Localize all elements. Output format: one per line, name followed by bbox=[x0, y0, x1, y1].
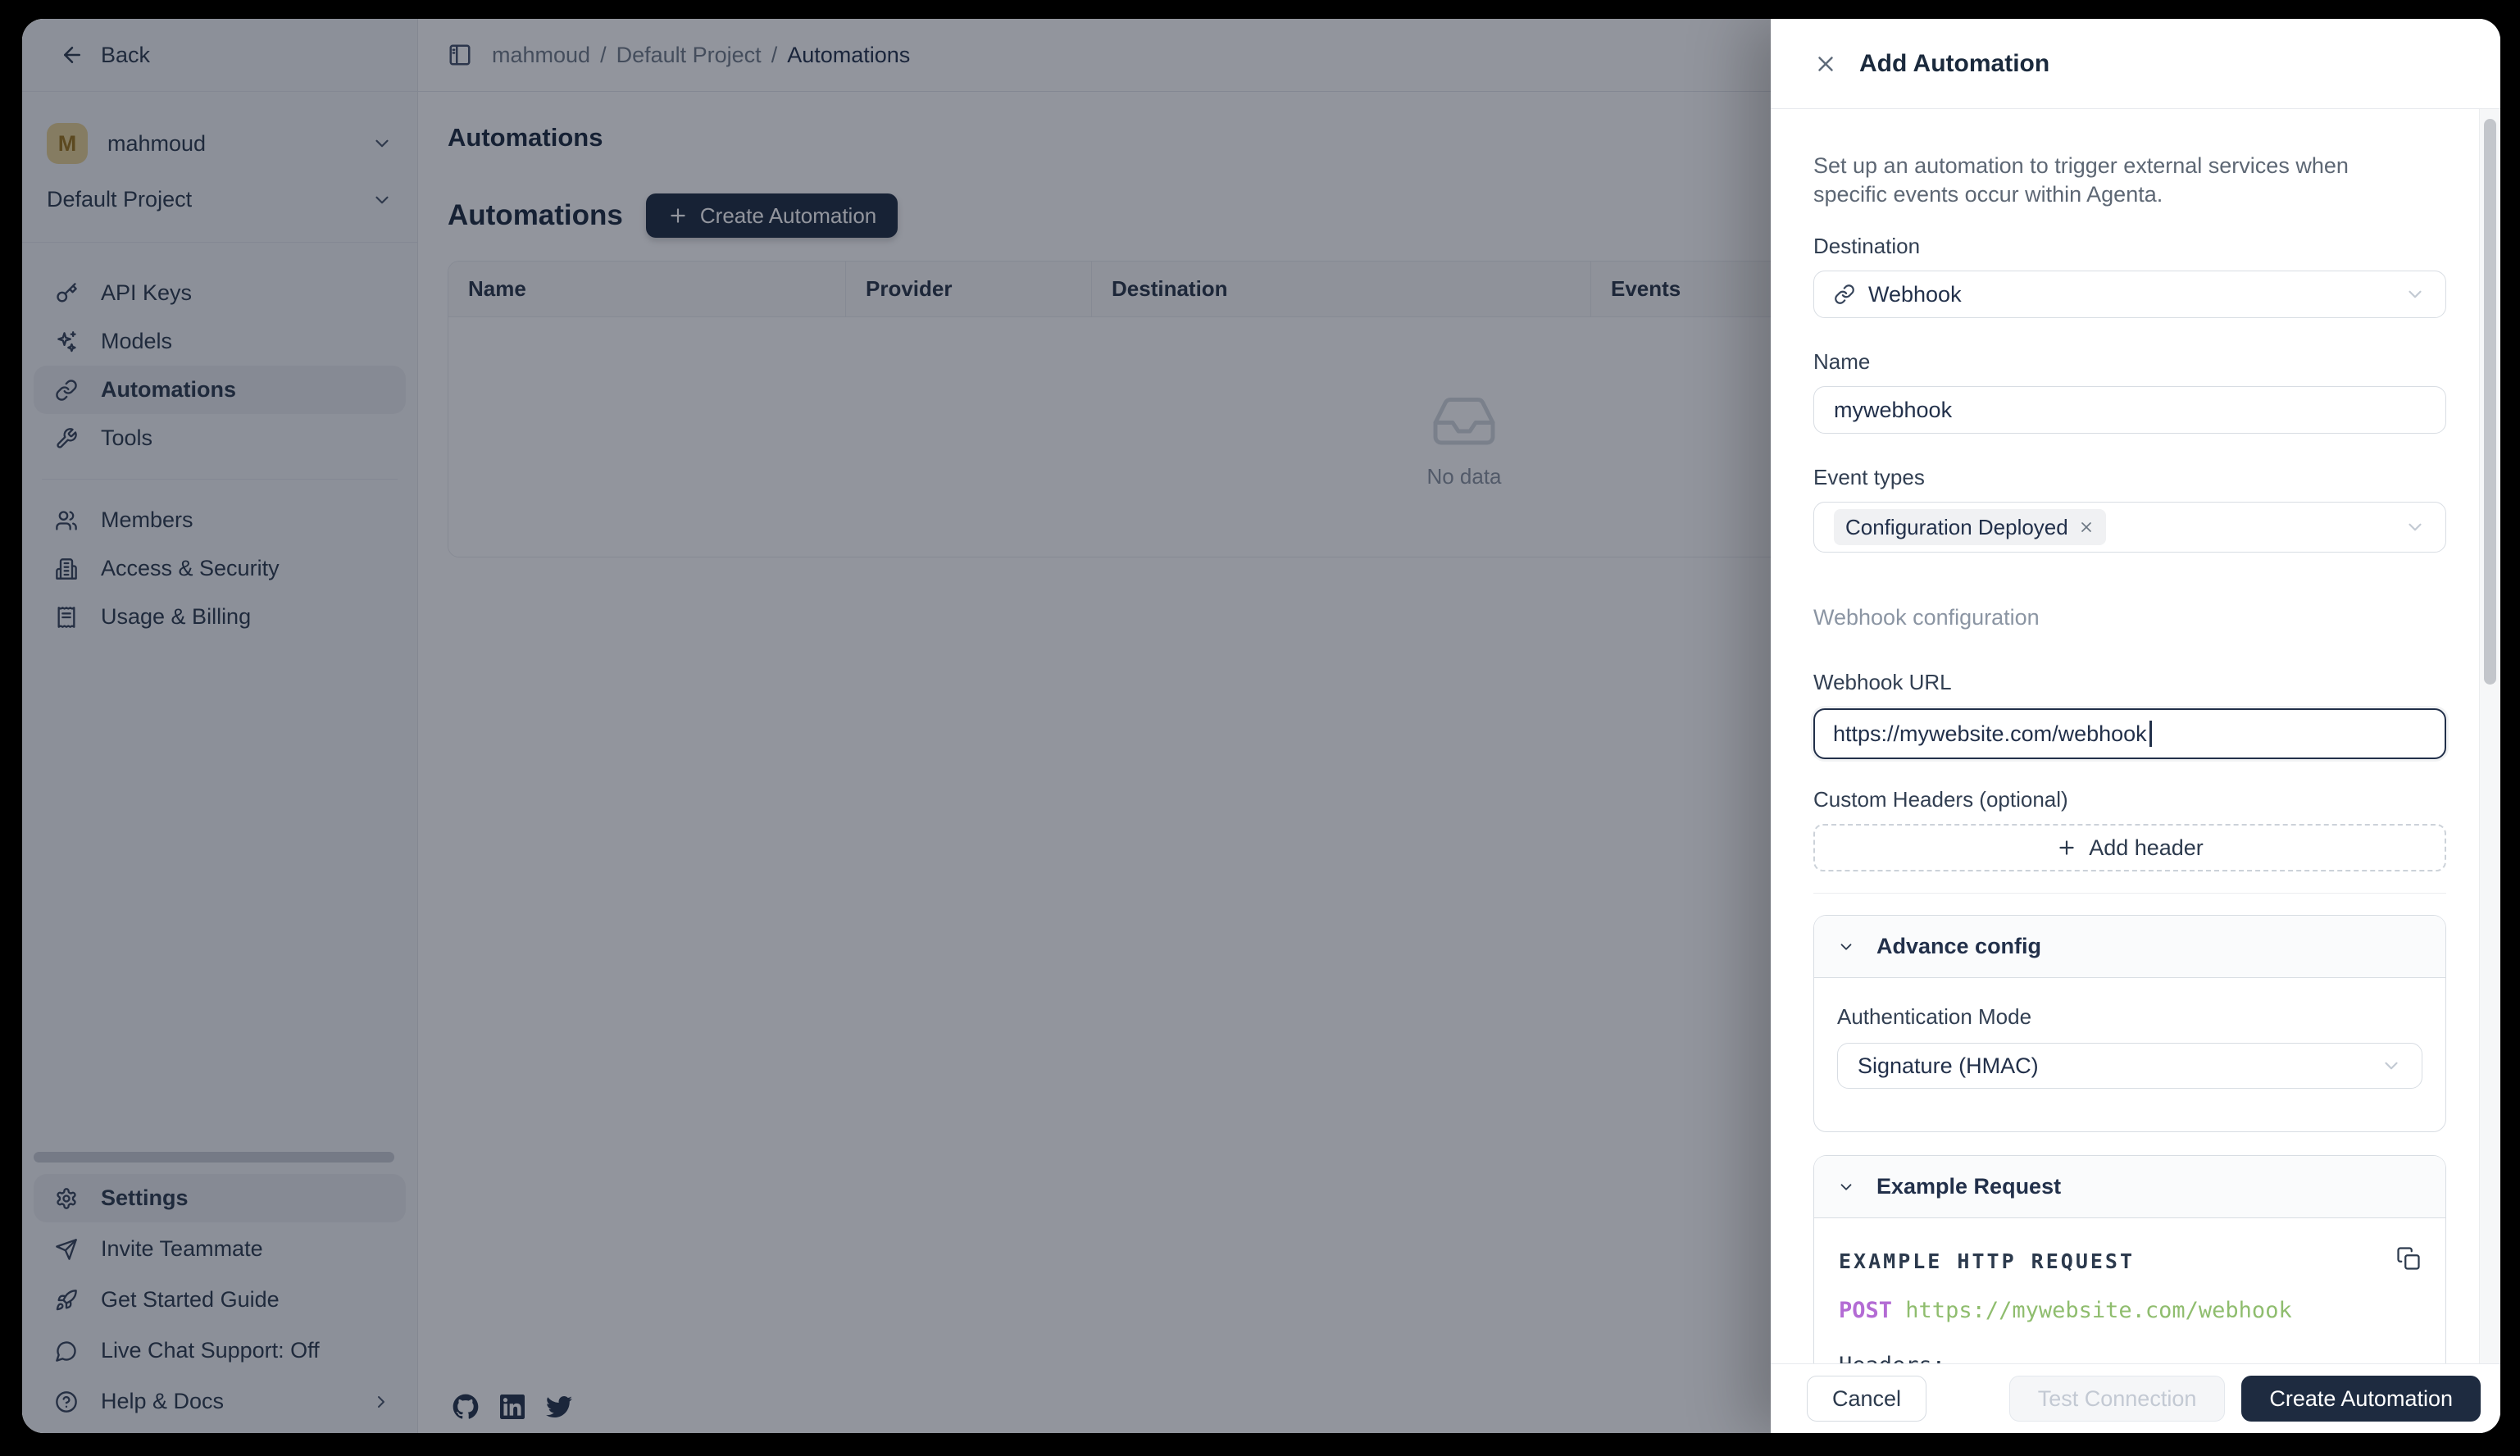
add-header-label: Add header bbox=[2089, 835, 2204, 861]
close-icon[interactable] bbox=[1813, 52, 1838, 76]
webhook-url-input[interactable]: https://mywebsite.com/webhook bbox=[1813, 708, 2446, 759]
auth-mode-select[interactable]: Signature (HMAC) bbox=[1837, 1043, 2422, 1089]
cancel-button[interactable]: Cancel bbox=[1807, 1376, 1926, 1422]
drawer-body: Set up an automation to trigger external… bbox=[1771, 109, 2500, 1363]
copy-icon[interactable] bbox=[2396, 1246, 2421, 1271]
link-icon bbox=[1834, 284, 1855, 305]
destination-value: Webhook bbox=[1868, 282, 1962, 307]
drawer-scrollbar-thumb[interactable] bbox=[2484, 119, 2496, 685]
create-automation-submit-button[interactable]: Create Automation bbox=[2241, 1376, 2481, 1422]
webhook-url-label: Webhook URL bbox=[1813, 670, 2446, 695]
chevron-down-icon bbox=[2404, 284, 2426, 305]
auth-mode-label: Authentication Mode bbox=[1837, 1004, 2422, 1030]
drawer-title: Add Automation bbox=[1859, 50, 2049, 78]
webhook-configuration-label: Webhook configuration bbox=[1813, 605, 2446, 630]
http-method: POST bbox=[1839, 1298, 1892, 1323]
auth-mode-value: Signature (HMAC) bbox=[1858, 1053, 2039, 1079]
tag-close-icon[interactable] bbox=[2078, 519, 2095, 535]
chevron-down-icon bbox=[2404, 516, 2426, 538]
divider bbox=[1813, 893, 2446, 894]
name-input[interactable] bbox=[1813, 386, 2446, 434]
drawer-scrollbar-track bbox=[2479, 109, 2500, 1363]
event-types-select[interactable]: Configuration Deployed bbox=[1813, 502, 2446, 553]
chevron-down-icon bbox=[1837, 1178, 1855, 1196]
example-request-panel: Example Request EXAMPLE HTTP REQUEST POS… bbox=[1813, 1155, 2446, 1363]
event-type-tag: Configuration Deployed bbox=[1834, 509, 2106, 545]
app-window: Back M mahmoud Default Project bbox=[22, 19, 2500, 1433]
destination-label: Destination bbox=[1813, 234, 2446, 259]
drawer-description: Set up an automation to trigger external… bbox=[1813, 152, 2428, 209]
example-request-title: Example Request bbox=[1876, 1174, 2061, 1199]
text-caret bbox=[2149, 721, 2152, 747]
event-type-tag-label: Configuration Deployed bbox=[1845, 515, 2068, 540]
http-url: https://mywebsite.com/webhook bbox=[1905, 1298, 2291, 1323]
webhook-url-value: https://mywebsite.com/webhook bbox=[1833, 721, 2147, 747]
custom-headers-label: Custom Headers (optional) bbox=[1813, 787, 2446, 812]
drawer-footer: Cancel Test Connection Create Automation bbox=[1771, 1363, 2500, 1433]
example-http-request-heading: EXAMPLE HTTP REQUEST bbox=[1839, 1249, 2135, 1273]
chevron-down-icon bbox=[1837, 938, 1855, 956]
test-connection-button[interactable]: Test Connection bbox=[2009, 1376, 2226, 1422]
example-request-headers-partial: Headers: bbox=[1839, 1353, 2421, 1363]
advance-config-header[interactable]: Advance config bbox=[1814, 916, 2445, 978]
name-label: Name bbox=[1813, 349, 2446, 375]
add-automation-drawer: Add Automation Set up an automation to t… bbox=[1771, 19, 2500, 1433]
event-types-label: Event types bbox=[1813, 465, 2446, 490]
add-header-button[interactable]: Add header bbox=[1813, 824, 2446, 871]
example-request-header[interactable]: Example Request bbox=[1814, 1156, 2445, 1218]
destination-select[interactable]: Webhook bbox=[1813, 271, 2446, 318]
advance-config-panel: Advance config Authentication Mode Signa… bbox=[1813, 915, 2446, 1132]
advance-config-title: Advance config bbox=[1876, 934, 2041, 959]
example-request-line: POST https://mywebsite.com/webhook bbox=[1839, 1298, 2421, 1323]
chevron-down-icon bbox=[2381, 1055, 2402, 1076]
plus-icon bbox=[2056, 837, 2077, 858]
